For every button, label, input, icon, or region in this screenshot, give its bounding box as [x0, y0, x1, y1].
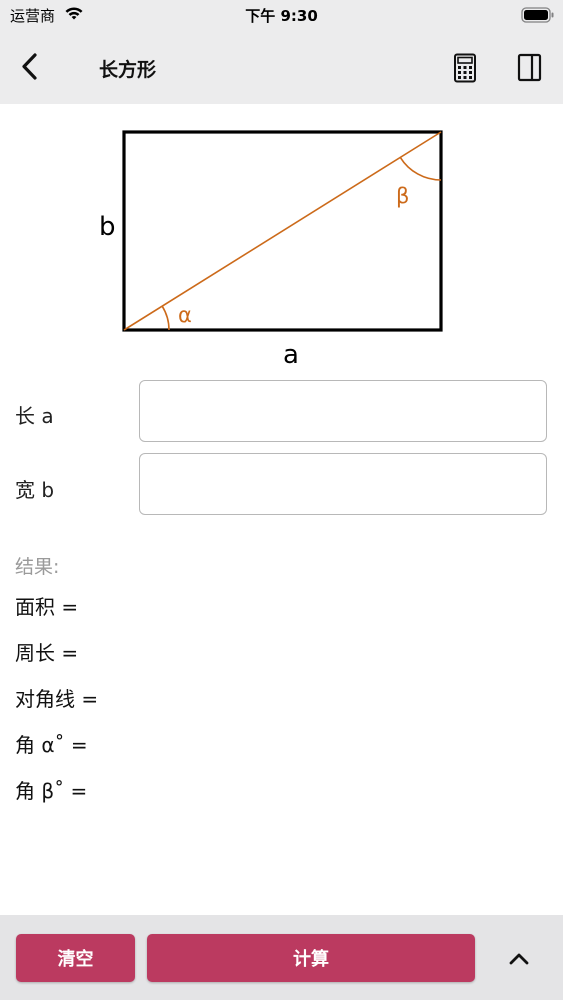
status-time: 下午 9:30 — [245, 7, 318, 25]
sidebar-panel-icon — [517, 53, 542, 82]
diagonal-result: 对角线 = — [15, 687, 99, 711]
side-a-label: a — [283, 340, 299, 370]
results-title: 结果: — [15, 556, 60, 578]
status-bar: 运营商 下午 9:30 — [0, 0, 563, 30]
beta-label: β — [396, 184, 409, 208]
angle-beta-result: 角 β˚ = — [15, 779, 88, 803]
area-result: 面积 = — [15, 595, 79, 619]
clear-button[interactable]: 清空 — [16, 934, 135, 982]
length-label: 长 a — [15, 404, 54, 428]
side-panel-button[interactable] — [517, 53, 543, 83]
alpha-label: α — [178, 303, 192, 327]
angle-alpha-result: 角 α˚ = — [15, 733, 88, 757]
calculator-button[interactable] — [452, 53, 478, 83]
page-title: 长方形 — [99, 59, 157, 81]
beta-arc — [399, 156, 442, 181]
alpha-arc — [161, 305, 170, 331]
diagonal-line — [123, 131, 442, 331]
width-label: 宽 b — [15, 478, 55, 502]
calculate-button[interactable]: 计算 — [147, 934, 475, 982]
length-input[interactable] — [139, 380, 547, 442]
navigation-bar: 长方形 — [0, 30, 563, 104]
chevron-left-icon — [22, 53, 37, 80]
battery-icon — [521, 7, 555, 27]
chevron-up-icon — [509, 953, 529, 965]
width-input[interactable] — [139, 453, 547, 515]
side-b-label: b — [99, 212, 116, 242]
calculator-icon — [454, 53, 476, 83]
collapse-button[interactable] — [505, 945, 533, 973]
bottom-toolbar: 清空 计算 — [0, 915, 563, 1000]
rectangle-diagram: α β b a — [99, 130, 443, 370]
back-button[interactable] — [14, 50, 48, 84]
perimeter-result: 周长 = — [15, 641, 79, 665]
